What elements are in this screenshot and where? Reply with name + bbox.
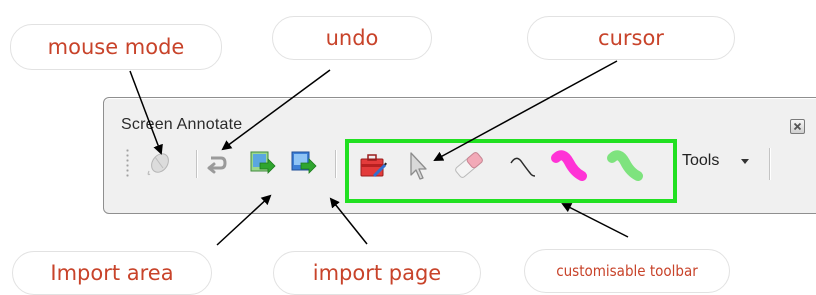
arrow-mouse-mode: [129, 70, 163, 155]
arrow-cursor: [433, 60, 618, 161]
arrow-undo: [221, 69, 331, 151]
arrow-import-area: [216, 194, 272, 246]
arrow-customisable-toolbar: [561, 203, 629, 238]
annotation-arrows: [129, 60, 629, 246]
arrow-import-page: [329, 197, 368, 245]
